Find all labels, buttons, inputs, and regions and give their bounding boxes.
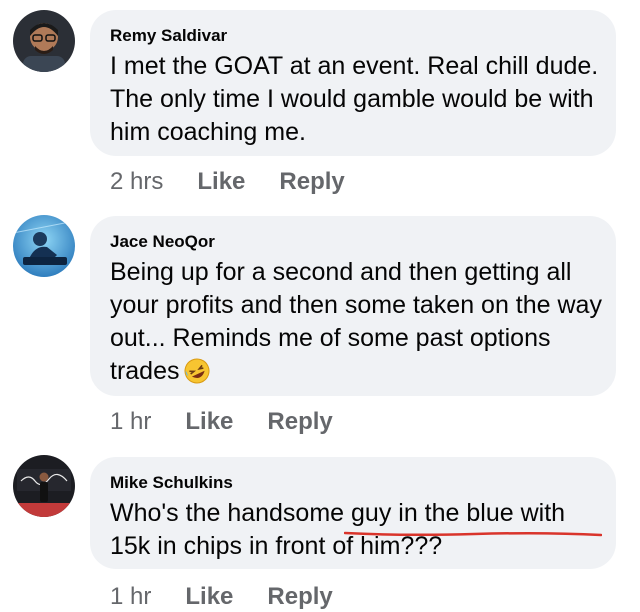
comment-text: I met the GOAT at an event. Real chill d… xyxy=(110,52,599,146)
avatar[interactable] xyxy=(13,215,75,277)
comment-actions: 1 hr Like Reply xyxy=(110,582,333,612)
reply-button[interactable]: Reply xyxy=(267,408,332,436)
comment-time[interactable]: 2 hrs xyxy=(110,168,163,196)
comment-author[interactable]: Jace NeoQor xyxy=(110,232,215,252)
like-button[interactable]: Like xyxy=(197,168,245,196)
reply-button[interactable]: Reply xyxy=(279,168,344,196)
comment-text: Being up for a second and then getting a… xyxy=(110,256,606,394)
avatar-person-banner-icon xyxy=(13,455,75,517)
like-button[interactable]: Like xyxy=(185,408,233,436)
comment-actions: 1 hr Like Reply xyxy=(110,407,333,437)
avatar-blue-dj-icon xyxy=(13,215,75,277)
comment-bubble: Jace NeoQor Being up for a second and th… xyxy=(90,216,616,396)
comment-bubble: Remy Saldivar I met the GOAT at an event… xyxy=(90,10,616,156)
comment-bubble: Mike Schulkins Who's the handsome guy in… xyxy=(90,457,616,569)
avatar[interactable] xyxy=(13,455,75,517)
avatar[interactable] xyxy=(13,10,75,72)
comment-author[interactable]: Mike Schulkins xyxy=(110,473,233,493)
rolling-on-floor-laughing-emoji-icon xyxy=(183,357,211,394)
comment-time[interactable]: 1 hr xyxy=(110,408,151,436)
comment-actions: 2 hrs Like Reply xyxy=(110,167,345,197)
comment-author[interactable]: Remy Saldivar xyxy=(110,26,227,46)
avatar-man-glasses-icon xyxy=(13,10,75,72)
red-underline-annotation xyxy=(344,531,602,537)
